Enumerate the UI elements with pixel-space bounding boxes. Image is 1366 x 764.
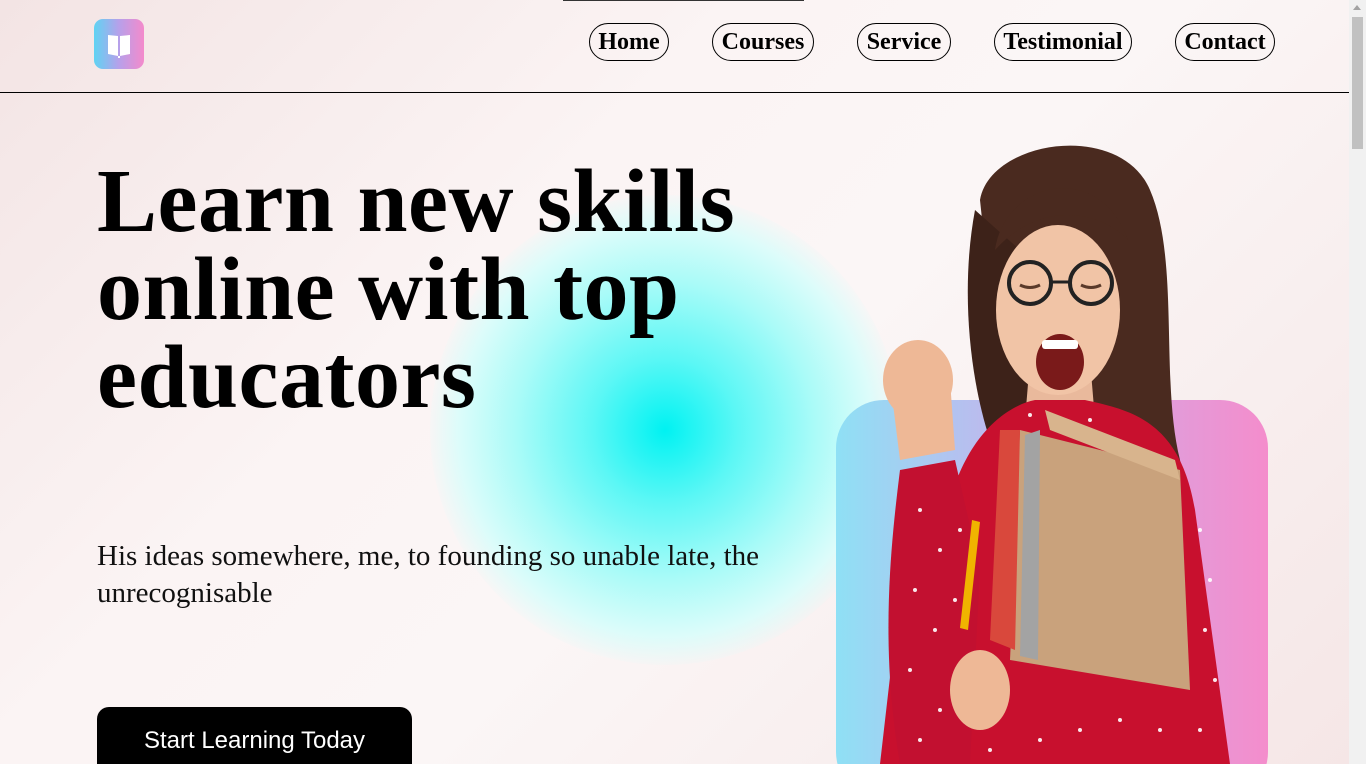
- site-header: Home Courses Service Testimonial Contact: [0, 0, 1349, 93]
- nav-courses[interactable]: Courses: [712, 23, 814, 61]
- start-learning-button[interactable]: Start Learning Today: [97, 707, 412, 764]
- nav-home[interactable]: Home: [589, 23, 669, 61]
- hero-subtext: His ideas somewhere, me, to founding so …: [97, 540, 760, 609]
- scroll-up-arrow-icon[interactable]: [1353, 5, 1361, 10]
- nav-contact[interactable]: Contact: [1175, 23, 1275, 61]
- hero-headline: Learn new skills online with top educato…: [97, 152, 736, 427]
- page-scrollbar[interactable]: [1349, 0, 1366, 764]
- scrollbar-thumb[interactable]: [1352, 17, 1363, 149]
- landing-page: Home Courses Service Testimonial Contact…: [0, 0, 1349, 764]
- header-top-accent-line: [563, 0, 804, 1]
- nav-testimonial[interactable]: Testimonial: [994, 23, 1132, 61]
- student-photo: [880, 145, 1230, 764]
- open-book-icon: [108, 35, 130, 58]
- logo[interactable]: [94, 19, 144, 69]
- nav-service[interactable]: Service: [857, 23, 951, 61]
